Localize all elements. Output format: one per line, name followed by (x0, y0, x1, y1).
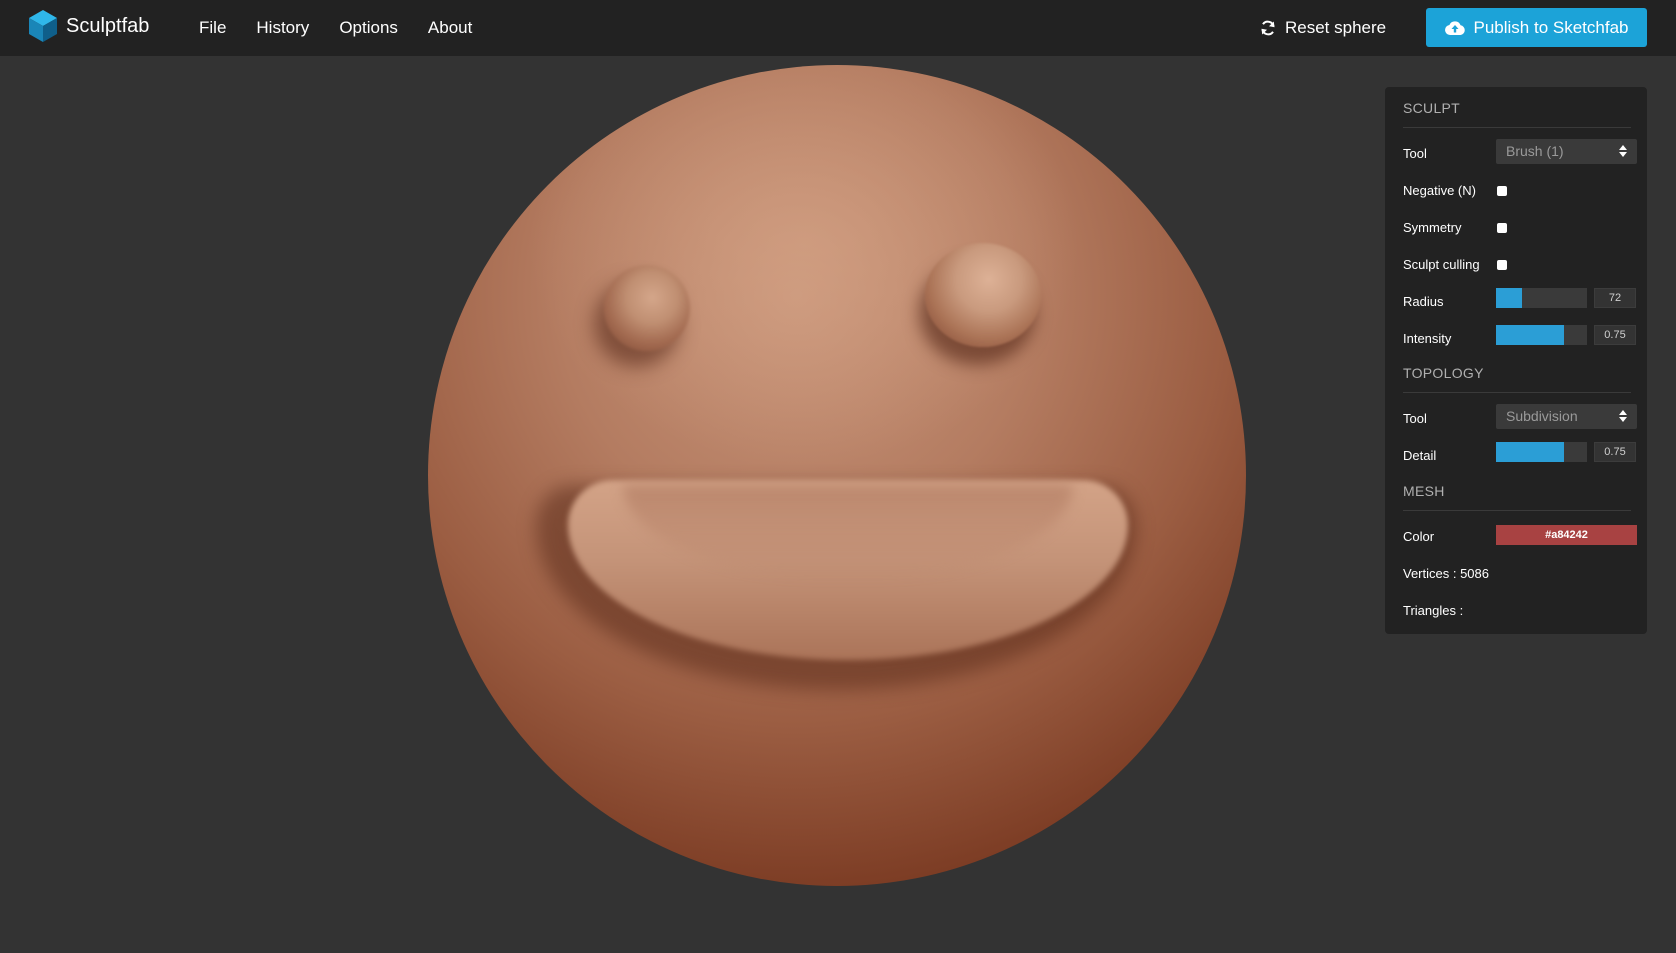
app-name: Sculptfab (66, 14, 150, 37)
sculptfab-logo-icon (29, 10, 57, 42)
section-divider (1403, 392, 1631, 393)
radius-value[interactable]: 72 (1594, 288, 1636, 308)
sculpt-left-eye (604, 265, 690, 351)
cloud-upload-icon (1444, 20, 1465, 35)
triangles-count: Triangles : (1403, 603, 1464, 618)
intensity-slider[interactable] (1496, 325, 1587, 345)
sculpt-culling-label: Sculpt culling (1403, 257, 1480, 272)
sculpt-culling-checkbox[interactable] (1497, 260, 1507, 270)
reset-sphere-label: Reset sphere (1285, 18, 1387, 37)
menu-options[interactable]: Options (339, 18, 398, 38)
vertices-count: Vertices : 5086 (1403, 566, 1489, 581)
mesh-color-picker[interactable]: #a84242 (1496, 525, 1637, 545)
select-arrows-icon (1619, 410, 1627, 422)
sculpt-tool-label: Tool (1403, 146, 1427, 161)
negative-label: Negative (N) (1403, 183, 1476, 198)
publish-button[interactable]: Publish to Sketchfab (1426, 8, 1647, 47)
publish-label: Publish to Sketchfab (1473, 17, 1629, 37)
menu-about[interactable]: About (428, 18, 472, 38)
section-divider (1403, 127, 1631, 128)
topology-tool-value: Subdivision (1506, 408, 1578, 424)
sculpt-sphere[interactable] (428, 65, 1246, 886)
section-divider (1403, 510, 1631, 511)
intensity-label: Intensity (1403, 331, 1452, 346)
negative-checkbox[interactable] (1497, 186, 1507, 196)
section-title-sculpt: SCULPT (1403, 100, 1461, 116)
reset-sphere-button[interactable]: Reset sphere (1260, 0, 1386, 56)
sculpt-tool-select[interactable]: Brush (1) (1496, 139, 1637, 164)
radius-slider[interactable] (1496, 288, 1587, 308)
sculpt-right-eye (925, 243, 1041, 347)
app-logo[interactable]: Sculptfab (29, 10, 149, 42)
detail-slider-fill (1496, 442, 1565, 462)
detail-label: Detail (1403, 448, 1437, 463)
symmetry-checkbox[interactable] (1497, 223, 1507, 233)
main-menu: File History Options About (199, 0, 502, 56)
menu-history[interactable]: History (256, 18, 309, 38)
topology-tool-label: Tool (1403, 411, 1427, 426)
radius-label: Radius (1403, 294, 1444, 309)
topology-tool-select[interactable]: Subdivision (1496, 404, 1637, 429)
section-title-mesh: MESH (1403, 483, 1445, 499)
symmetry-label: Symmetry (1403, 220, 1462, 235)
section-title-topology: TOPOLOGY (1403, 365, 1484, 381)
mesh-color-label: Color (1403, 529, 1435, 544)
intensity-slider-fill (1496, 325, 1565, 345)
detail-slider[interactable] (1496, 442, 1587, 462)
intensity-value[interactable]: 0.75 (1594, 325, 1636, 345)
refresh-icon (1261, 20, 1275, 36)
select-arrows-icon (1619, 145, 1627, 157)
detail-value[interactable]: 0.75 (1594, 442, 1636, 462)
sculpt-tool-value: Brush (1) (1506, 143, 1564, 159)
top-bar: Sculptfab File History Options About Res… (0, 0, 1676, 56)
radius-slider-fill (1496, 288, 1523, 308)
menu-file[interactable]: File (199, 18, 226, 38)
control-panel: SCULPT Tool Brush (1) Negative (N) Symme… (1385, 87, 1647, 634)
